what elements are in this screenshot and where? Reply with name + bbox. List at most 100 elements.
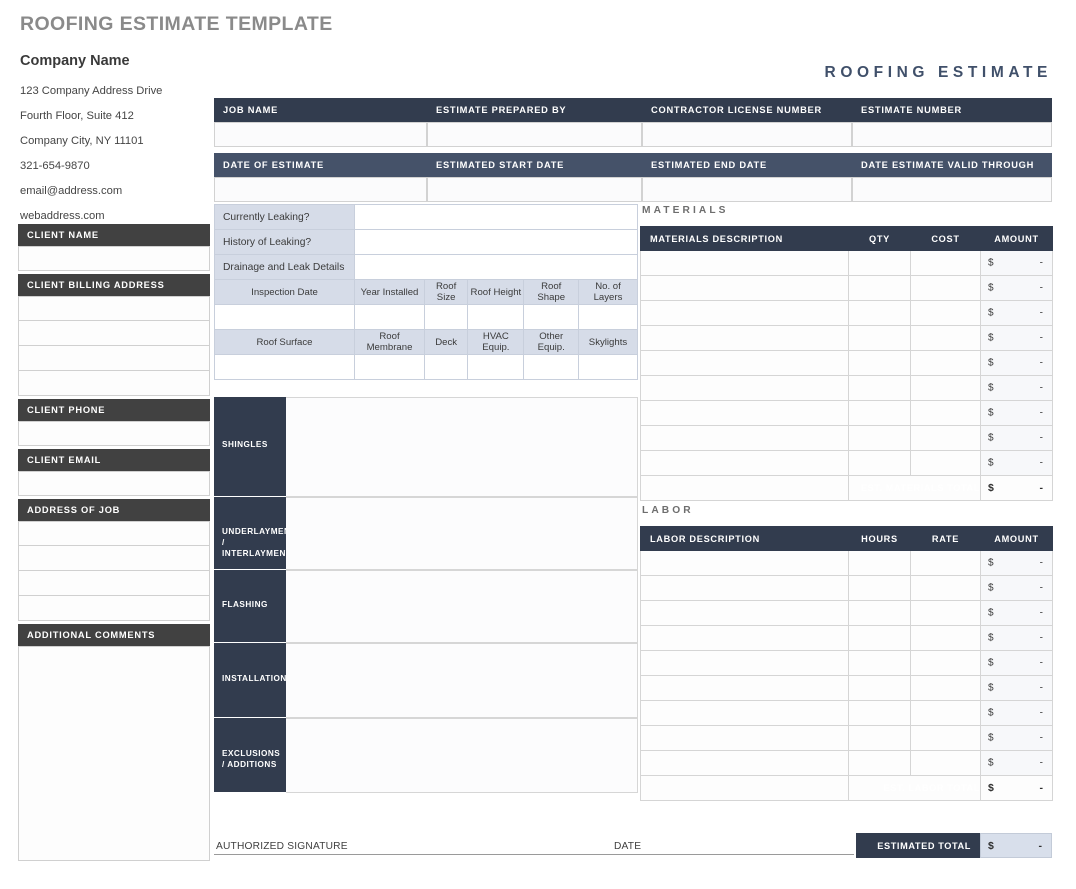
client-field-input[interactable] — [18, 371, 210, 396]
work-category-input[interactable] — [286, 570, 638, 643]
cost-input[interactable] — [910, 325, 981, 351]
rate-input[interactable] — [910, 650, 981, 676]
detail-value-input[interactable] — [467, 304, 525, 330]
authorized-signature-label: AUTHORIZED SIGNATURE — [216, 841, 348, 852]
rate-input[interactable] — [910, 550, 981, 576]
currency-symbol: $ — [988, 282, 994, 294]
hours-input[interactable] — [848, 600, 911, 626]
client-field-input[interactable] — [18, 546, 210, 571]
detail-value-input[interactable] — [577, 304, 639, 330]
description-input[interactable] — [640, 425, 849, 451]
rate-input[interactable] — [910, 700, 981, 726]
client-field-input[interactable] — [18, 421, 210, 446]
description-input[interactable] — [640, 275, 849, 301]
qty-input[interactable] — [848, 450, 911, 476]
work-category-input[interactable] — [286, 718, 638, 793]
client-field-input[interactable] — [18, 596, 210, 621]
hours-input[interactable] — [848, 750, 911, 776]
description-input[interactable] — [640, 750, 849, 776]
detail-value-input[interactable] — [214, 304, 355, 330]
hours-input[interactable] — [848, 575, 911, 601]
client-field-input[interactable] — [18, 471, 210, 496]
description-input[interactable] — [640, 575, 849, 601]
description-input[interactable] — [640, 675, 849, 701]
description-input[interactable] — [640, 450, 849, 476]
description-input[interactable] — [640, 400, 849, 426]
cost-input[interactable] — [910, 400, 981, 426]
detail-value-input[interactable] — [423, 354, 469, 380]
rate-input[interactable] — [910, 600, 981, 626]
cost-input[interactable] — [910, 350, 981, 376]
description-input[interactable] — [640, 300, 849, 326]
cost-input[interactable] — [910, 425, 981, 451]
description-input[interactable] — [640, 325, 849, 351]
qty-input[interactable] — [848, 325, 911, 351]
detail-value-input[interactable] — [354, 354, 425, 380]
detail-value-input[interactable] — [523, 354, 579, 380]
info-field-input[interactable] — [642, 177, 852, 202]
description-input[interactable] — [640, 725, 849, 751]
hours-input[interactable] — [848, 675, 911, 701]
description-input[interactable] — [640, 700, 849, 726]
status-question-input[interactable] — [354, 204, 638, 230]
client-field-input[interactable] — [18, 571, 210, 596]
description-input[interactable] — [640, 600, 849, 626]
cost-input[interactable] — [910, 375, 981, 401]
cost-input[interactable] — [910, 275, 981, 301]
info-field-input[interactable] — [427, 177, 642, 202]
client-field-input[interactable] — [18, 246, 210, 271]
description-input[interactable] — [640, 375, 849, 401]
work-category-input[interactable] — [286, 397, 638, 497]
client-field-input[interactable] — [18, 346, 210, 371]
company-address-line: email@address.com — [20, 185, 123, 197]
qty-input[interactable] — [848, 350, 911, 376]
hours-input[interactable] — [848, 700, 911, 726]
client-field-input[interactable] — [18, 321, 210, 346]
status-question-input[interactable] — [354, 229, 638, 255]
info-field-input[interactable] — [852, 177, 1052, 202]
info-field-input[interactable] — [214, 122, 427, 147]
status-question-input[interactable] — [354, 254, 638, 280]
detail-value-input[interactable] — [523, 304, 579, 330]
detail-value-input[interactable] — [467, 354, 525, 380]
cost-input[interactable] — [910, 300, 981, 326]
cost-input[interactable] — [910, 450, 981, 476]
hours-input[interactable] — [848, 650, 911, 676]
detail-value-input[interactable] — [354, 304, 425, 330]
qty-input[interactable] — [848, 375, 911, 401]
hours-input[interactable] — [848, 625, 911, 651]
qty-input[interactable] — [848, 400, 911, 426]
rate-input[interactable] — [910, 575, 981, 601]
work-category-input[interactable] — [286, 643, 638, 718]
rate-input[interactable] — [910, 750, 981, 776]
qty-input[interactable] — [848, 300, 911, 326]
hours-input[interactable] — [848, 550, 911, 576]
description-input[interactable] — [640, 650, 849, 676]
additional-comments-input[interactable] — [18, 646, 210, 861]
rate-input[interactable] — [910, 725, 981, 751]
qty-input[interactable] — [848, 250, 911, 276]
qty-input[interactable] — [848, 275, 911, 301]
info-field-input[interactable] — [852, 122, 1052, 147]
work-category-input[interactable] — [286, 497, 638, 570]
qty-input[interactable] — [848, 425, 911, 451]
description-input[interactable] — [640, 350, 849, 376]
info-field-input[interactable] — [214, 177, 427, 202]
client-field-input[interactable] — [18, 521, 210, 546]
detail-value-input[interactable] — [423, 304, 469, 330]
description-input[interactable] — [640, 625, 849, 651]
info-field-input[interactable] — [427, 122, 642, 147]
hours-input[interactable] — [848, 725, 911, 751]
client-field-input[interactable] — [18, 296, 210, 321]
detail-value-input[interactable] — [577, 354, 639, 380]
signature-line[interactable] — [214, 854, 854, 855]
description-input[interactable] — [640, 250, 849, 276]
cost-input[interactable] — [910, 250, 981, 276]
rate-input[interactable] — [910, 625, 981, 651]
rate-input[interactable] — [910, 675, 981, 701]
detail-value-input[interactable] — [214, 354, 355, 380]
total-amount-cell: $ - — [980, 775, 1053, 801]
info-field-input[interactable] — [642, 122, 852, 147]
estimated-total-value[interactable]: $ - — [980, 833, 1052, 858]
description-input[interactable] — [640, 550, 849, 576]
